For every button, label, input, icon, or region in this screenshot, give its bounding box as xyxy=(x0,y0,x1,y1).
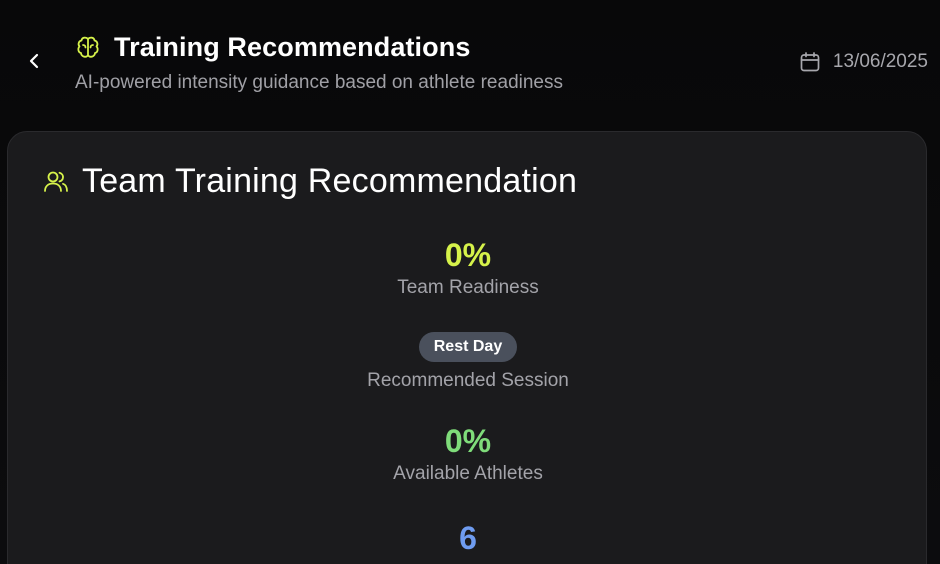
title-row: Training Recommendations xyxy=(74,32,470,63)
page-subtitle: AI-powered intensity guidance based on a… xyxy=(75,72,563,93)
available-athletes-stat: 0% Available Athletes xyxy=(8,423,928,485)
recommended-session-label: Recommended Session xyxy=(367,370,569,391)
brain-icon xyxy=(74,34,102,62)
card-title: Team Training Recommendation xyxy=(82,162,578,200)
card-header: Team Training Recommendation xyxy=(42,162,577,201)
available-athletes-label: Available Athletes xyxy=(393,463,543,484)
athlete-count-value: 6 xyxy=(459,520,477,556)
team-readiness-stat: 0% Team Readiness xyxy=(8,237,928,299)
session-badge: Rest Day xyxy=(418,332,518,362)
athlete-count-stat: 6 xyxy=(8,520,928,556)
available-athletes-value: 0% xyxy=(444,423,492,459)
team-recommendation-card: Team Training Recommendation 0% Team Rea… xyxy=(7,131,927,564)
chevron-left-icon xyxy=(28,53,42,74)
page-header: Training Recommendations AI-powered inte… xyxy=(0,0,940,120)
calendar-icon xyxy=(799,51,821,73)
team-readiness-label: Team Readiness xyxy=(397,277,539,298)
date-text: 13/06/2025 xyxy=(832,51,928,72)
back-button[interactable] xyxy=(22,50,48,76)
date-display[interactable]: 13/06/2025 xyxy=(799,51,928,73)
users-icon xyxy=(42,168,70,196)
team-readiness-value: 0% xyxy=(444,237,492,273)
page: Training Recommendations AI-powered inte… xyxy=(0,0,940,564)
page-title: Training Recommendations xyxy=(114,32,471,62)
recommended-session-stat: Rest Day Recommended Session xyxy=(8,332,928,392)
